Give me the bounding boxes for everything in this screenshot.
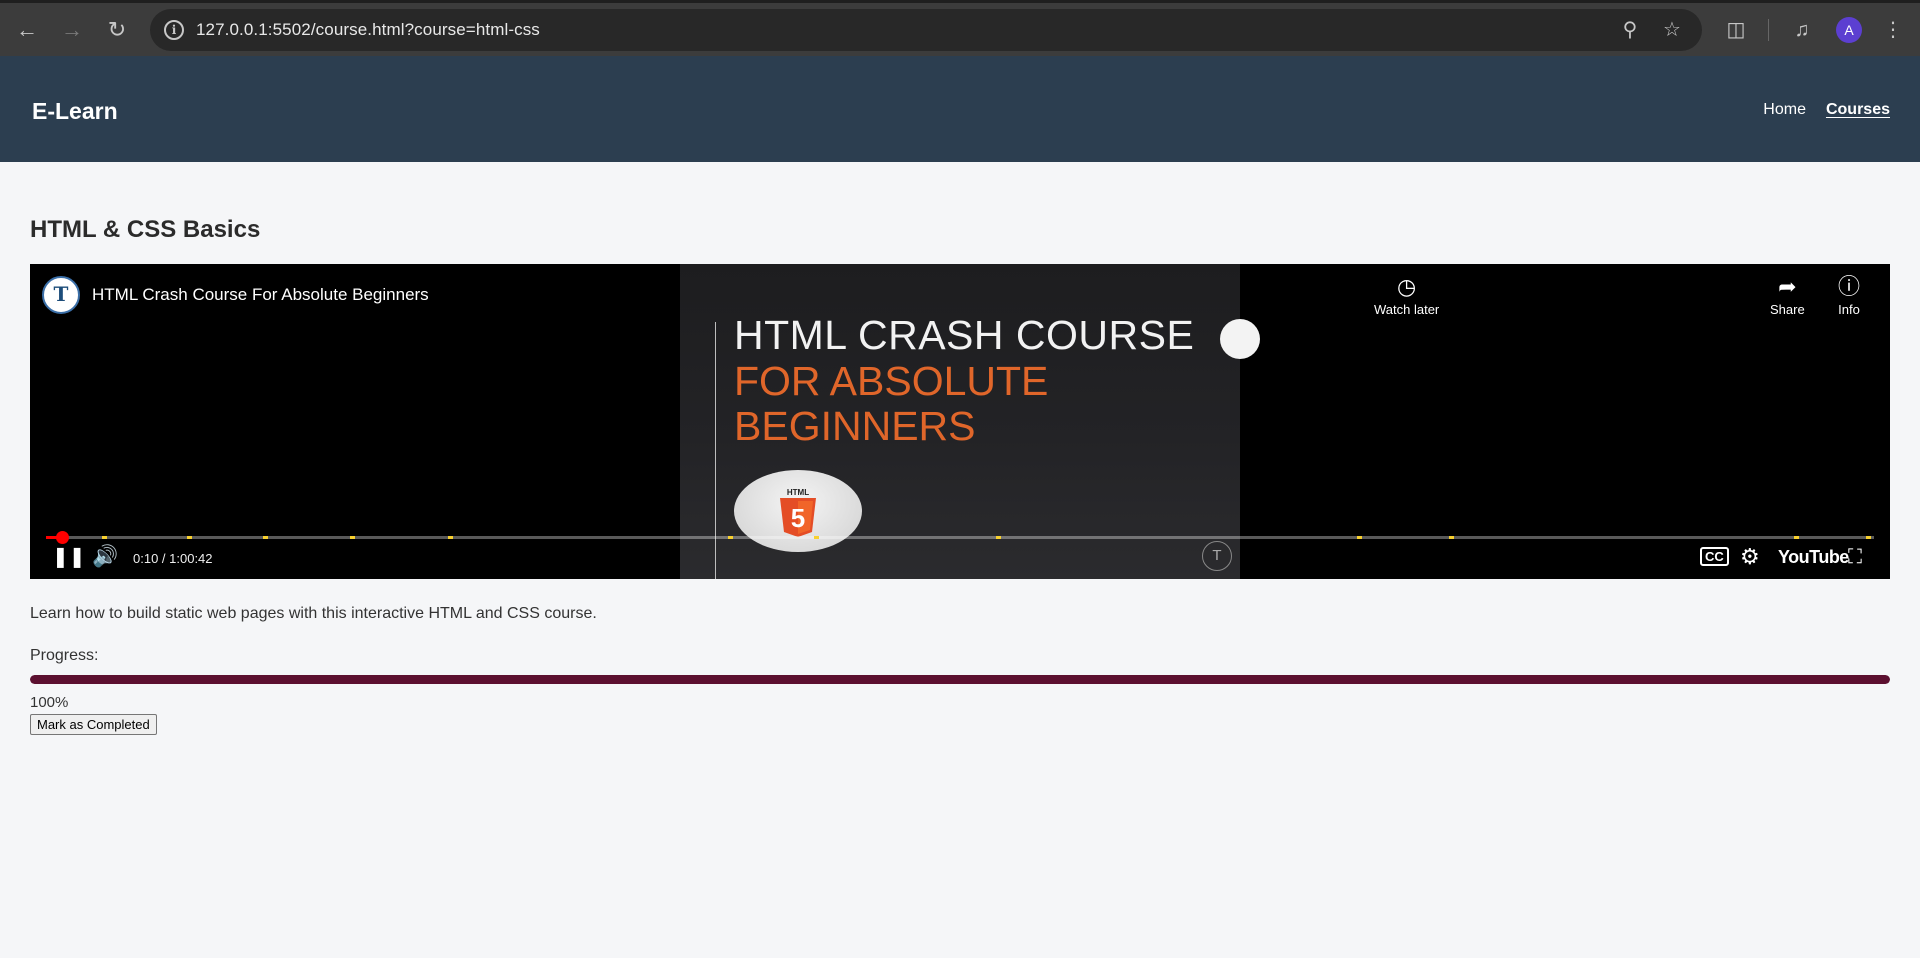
chapter-marker — [187, 536, 192, 539]
captions-icon[interactable]: CC — [1700, 542, 1729, 572]
info-button[interactable]: ⓘ Info — [1838, 274, 1861, 318]
chapter-marker — [263, 536, 268, 539]
clock-icon: ◷ — [1397, 274, 1417, 299]
url-text[interactable]: 127.0.0.1:5502/course.html?course=html-c… — [196, 20, 540, 40]
chapter-marker — [814, 536, 819, 539]
progress-value: 100% — [30, 694, 69, 711]
bookmark-star-icon[interactable]: ☆ — [1660, 18, 1684, 42]
html5-logo-text: HTML — [787, 488, 809, 497]
chapter-marker — [102, 536, 107, 539]
progress-label: Progress: — [30, 647, 99, 664]
thumbnail-line-2: FOR ABSOLUTE — [734, 358, 1049, 404]
fullscreen-icon[interactable]: ⛶ — [1848, 542, 1862, 572]
nav-home-link[interactable]: Home — [1763, 101, 1806, 119]
mark-completed-button[interactable]: Mark as Completed — [30, 714, 157, 735]
video-thumbnail: HTML CRASH COURSE FOR ABSOLUTE BEGINNERS… — [680, 264, 1260, 579]
thumbnail-decoration — [1220, 319, 1260, 359]
extensions-icon[interactable]: ◫ — [1721, 15, 1751, 45]
video-title[interactable]: HTML Crash Course For Absolute Beginners — [92, 285, 429, 305]
video-player[interactable]: HTML CRASH COURSE FOR ABSOLUTE BEGINNERS… — [30, 264, 1890, 579]
page-title: HTML & CSS Basics — [30, 216, 261, 243]
chapter-marker — [350, 536, 355, 539]
chapter-marker — [996, 536, 1001, 539]
share-button[interactable]: ➦ Share — [1770, 274, 1805, 318]
share-label: Share — [1770, 302, 1805, 317]
site-header: E-Learn Home Courses — [0, 56, 1920, 162]
chapter-marker — [1449, 536, 1454, 539]
address-bar[interactable]: i 127.0.0.1:5502/course.html?course=html… — [150, 9, 1702, 51]
chapter-marker — [728, 536, 733, 539]
nav-courses-link[interactable]: Courses — [1826, 101, 1890, 119]
media-control-icon[interactable]: ♫ — [1787, 15, 1817, 45]
video-time: 0:10 / 1:00:42 — [133, 551, 213, 566]
reload-icon[interactable]: ↻ — [102, 15, 132, 45]
site-info-icon[interactable]: i — [164, 20, 184, 40]
chapter-marker — [1794, 536, 1799, 539]
profile-avatar[interactable]: A — [1836, 17, 1862, 43]
course-description: Learn how to build static web pages with… — [30, 605, 597, 622]
toolbar-divider — [1768, 19, 1769, 41]
chapter-marker — [448, 536, 453, 539]
course-progress-fill — [30, 675, 1890, 684]
svg-text:5: 5 — [791, 503, 805, 533]
thumbnail-line-3: BEGINNERS — [734, 403, 976, 449]
watch-later-label: Watch later — [1374, 302, 1440, 317]
course-progress-bar — [30, 675, 1890, 684]
main-nav: Home Courses — [1763, 101, 1890, 119]
watch-later-button[interactable]: ◷ Watch later — [1374, 274, 1440, 318]
html5-shield-icon: HTML 5 — [780, 488, 816, 537]
thumbnail-line-1: HTML CRASH COURSE — [734, 312, 1195, 358]
site-brand[interactable]: E-Learn — [32, 98, 118, 125]
chapter-marker — [1357, 536, 1362, 539]
info-icon: ⓘ — [1838, 274, 1861, 299]
settings-gear-icon[interactable]: ⚙ — [1740, 542, 1760, 572]
video-progress-bar[interactable] — [46, 531, 1874, 544]
chapter-marker — [1866, 536, 1871, 539]
share-icon: ➦ — [1778, 274, 1797, 299]
forward-icon[interactable]: → — [57, 15, 87, 45]
thumbnail-divider — [715, 322, 716, 579]
pause-icon[interactable]: ❚❚ — [52, 542, 86, 572]
browser-toolbar: ← → ↻ i 127.0.0.1:5502/course.html?cours… — [0, 0, 1920, 56]
menu-icon[interactable]: ⋮ — [1878, 15, 1908, 45]
volume-icon[interactable]: 🔊 — [92, 542, 118, 572]
info-label: Info — [1838, 302, 1860, 317]
channel-avatar[interactable]: T — [42, 276, 80, 314]
youtube-logo[interactable]: YouTube — [1778, 547, 1849, 568]
back-icon[interactable]: ← — [12, 15, 42, 45]
zoom-icon[interactable]: ⚲ — [1618, 18, 1642, 42]
channel-watermark-icon[interactable]: T — [1202, 541, 1232, 571]
